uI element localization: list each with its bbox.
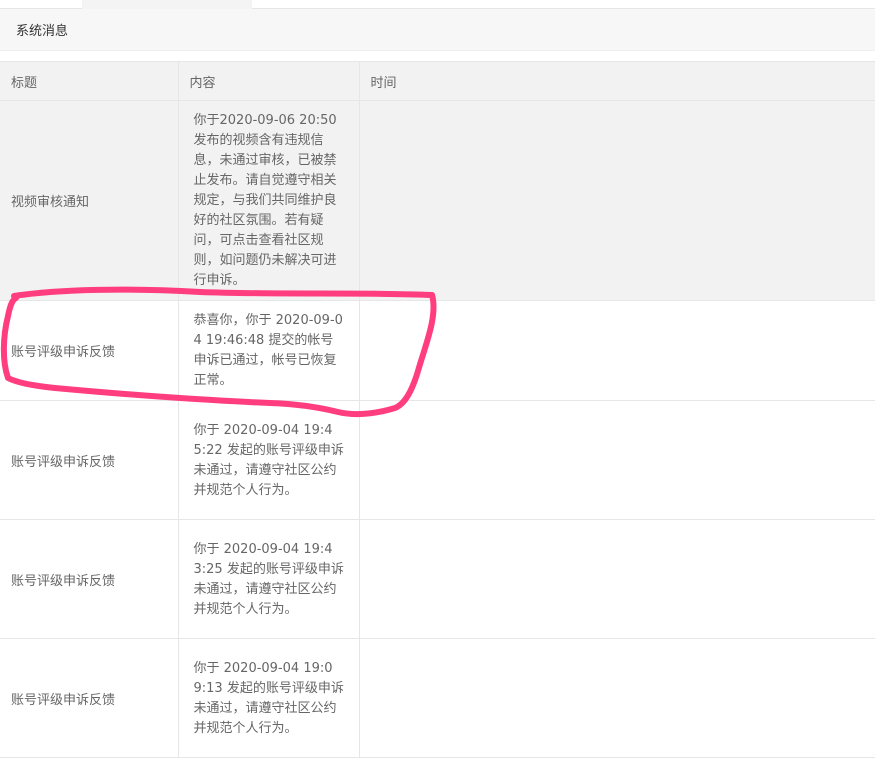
row-title: 账号评级申诉反馈 (0, 300, 179, 401)
panel-header: 系统消息 (0, 9, 875, 51)
row-content: 你于2020-09-06 20:50发布的视频含有违规信息，未通过审核，已被禁止… (177, 100, 360, 301)
table-row[interactable]: 视频审核通知 你于2020-09-06 20:50发布的视频含有违规信息，未通过… (0, 100, 875, 301)
table-row[interactable]: 账号评级申诉反馈 恭喜你，你于 2020-09-04 19:46:48 提交的帐… (0, 300, 875, 401)
row-time (358, 400, 875, 520)
row-time (358, 519, 875, 639)
column-header-title: 标题 (0, 61, 179, 101)
row-content: 你于 2020-09-04 19:43:25 发起的账号评级申诉未通过，请遵守社… (177, 519, 360, 639)
column-header-time: 时间 (358, 61, 875, 101)
row-title: 账号评级申诉反馈 (0, 638, 179, 758)
row-time (358, 638, 875, 758)
row-time (358, 100, 875, 301)
row-content: 你于 2020-09-04 19:09:13 发起的账号评级申诉未通过，请遵守社… (177, 638, 360, 758)
row-title: 账号评级申诉反馈 (0, 519, 179, 639)
table-row[interactable]: 账号评级申诉反馈 你于 2020-09-04 19:09:13 发起的账号评级申… (0, 638, 875, 758)
row-title: 账号评级申诉反馈 (0, 400, 179, 520)
inactive-tab[interactable] (82, 0, 252, 9)
table-row[interactable]: 账号评级申诉反馈 你于 2020-09-04 19:45:22 发起的账号评级申… (0, 400, 875, 520)
panel-title: 系统消息 (16, 24, 69, 39)
row-content: 恭喜你，你于 2020-09-04 19:46:48 提交的帐号申诉已通过，帐号… (177, 300, 360, 401)
column-header-content: 内容 (177, 61, 360, 101)
top-tab-strip (0, 0, 875, 9)
message-table: 标题 内容 时间 视频审核通知 你于2020-09-06 20:50发布的视频含… (0, 61, 875, 758)
table-header-row: 标题 内容 时间 (0, 61, 875, 101)
table-row[interactable]: 账号评级申诉反馈 你于 2020-09-04 19:43:25 发起的账号评级申… (0, 519, 875, 639)
row-time (358, 300, 875, 401)
row-content: 你于 2020-09-04 19:45:22 发起的账号评级申诉未通过，请遵守社… (177, 400, 360, 520)
row-title: 视频审核通知 (0, 100, 179, 301)
